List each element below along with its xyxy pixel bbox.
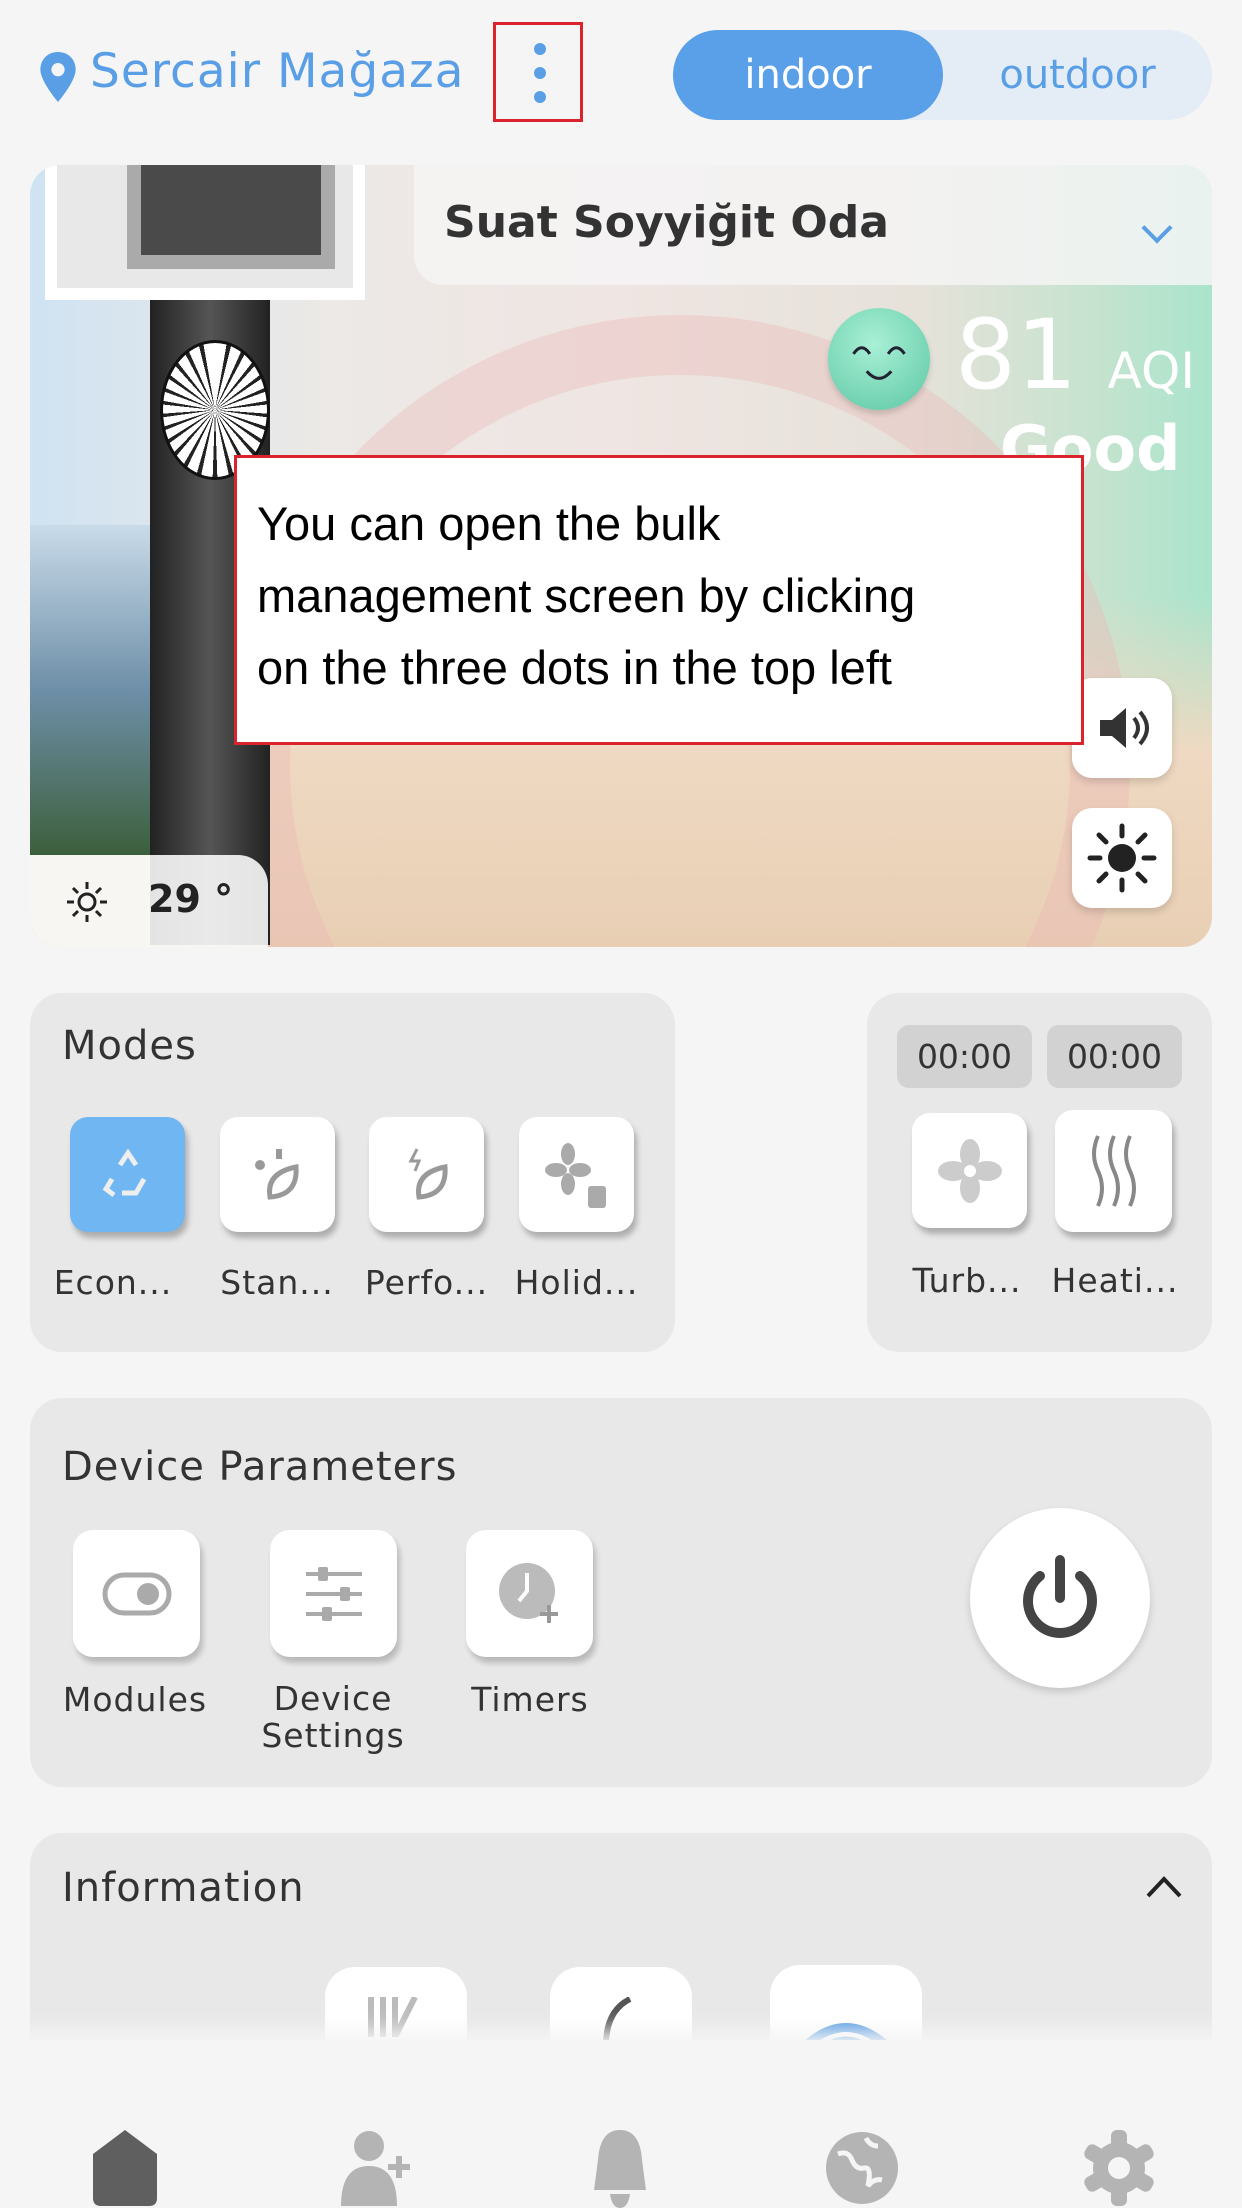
indoor-outdoor-toggle[interactable]: indoor outdoor <box>673 30 1212 120</box>
modules-label: Modules <box>62 1680 208 1719</box>
modules-button[interactable] <box>73 1530 200 1657</box>
timers-label: Timers <box>471 1680 589 1719</box>
bulk-management-menu-button[interactable] <box>493 22 583 122</box>
leaf-icon <box>254 1148 299 1200</box>
indoor-tab[interactable]: indoor <box>673 30 943 120</box>
sliders-icon <box>305 1566 362 1621</box>
mode-holiday-button[interactable] <box>519 1117 634 1232</box>
power-button[interactable] <box>970 1508 1150 1688</box>
heating-timer: 00:00 <box>1047 1025 1182 1088</box>
mode-label: Stan... <box>220 1263 334 1302</box>
device-parameters-title: Device Parameters <box>62 1444 458 1490</box>
location-pin-icon <box>40 52 76 102</box>
modes-title: Modes <box>62 1023 197 1069</box>
toggle-icon <box>102 1572 171 1615</box>
bell-icon[interactable] <box>580 2128 660 2208</box>
brightness-button[interactable] <box>1072 808 1172 908</box>
room-name: Suat Soyyiğit Oda <box>444 197 889 248</box>
tooltip-line: management screen by clicking <box>257 569 916 622</box>
temperature: 29 ° <box>148 877 234 921</box>
tooltip-line: on the three dots in the top left <box>257 641 892 694</box>
heating-button[interactable] <box>1055 1110 1172 1232</box>
sun-icon <box>1087 823 1157 893</box>
globe-icon[interactable] <box>822 2128 902 2208</box>
home-icon[interactable] <box>85 2128 165 2208</box>
fan-luggage-icon <box>544 1142 606 1208</box>
clock-plus-icon <box>498 1562 558 1623</box>
sun-outline-icon <box>67 882 107 922</box>
turbo-label: Turb... <box>912 1261 1022 1300</box>
recycle-icon <box>102 1147 146 1197</box>
power-icon <box>1023 1555 1097 1638</box>
outdoor-tab[interactable]: outdoor <box>943 30 1212 120</box>
information-title: Information <box>62 1865 305 1911</box>
leaf-bolt-icon <box>408 1147 448 1200</box>
turbo-button[interactable] <box>912 1113 1027 1228</box>
smiling-face-icon <box>828 308 930 410</box>
device-parameters-card: Device Parameters Modules Device Setting… <box>30 1398 1212 1787</box>
room-selector[interactable]: Suat Soyyiğit Oda <box>414 165 1212 285</box>
turbo-heating-card: 00:00 00:00 Turb... Heati... <box>867 993 1212 1352</box>
mode-economy-button[interactable] <box>70 1117 185 1232</box>
aqi-value: 81 <box>955 299 1078 411</box>
heat-waves-icon <box>1091 1135 1136 1207</box>
heating-label: Heati... <box>1051 1261 1179 1300</box>
modes-card: Modes Econ... Stan... Perfo... Holid... <box>30 993 675 1352</box>
mode-standard-button[interactable] <box>220 1117 335 1232</box>
three-dots-vertical-icon <box>534 43 546 55</box>
mode-label: Econ... <box>53 1263 173 1302</box>
mode-label: Holid... <box>514 1263 639 1302</box>
outdoor-weather-chip: 29 ° <box>30 855 268 947</box>
device-settings-button[interactable] <box>270 1530 397 1657</box>
filter-icon <box>368 1997 418 2037</box>
user-plus-icon[interactable] <box>333 2128 413 2208</box>
aqi-unit: AQI <box>1107 342 1196 400</box>
chevron-down-icon <box>1141 212 1173 244</box>
mode-label: Perfo... <box>364 1263 489 1302</box>
location-title[interactable]: Sercair Mağaza <box>90 44 464 99</box>
bottom-navigation <box>0 2040 1242 2208</box>
tooltip-callout: You can open the bulk management screen … <box>234 455 1084 745</box>
sound-button[interactable] <box>1072 678 1172 778</box>
turbo-timer: 00:00 <box>897 1025 1032 1088</box>
timers-button[interactable] <box>466 1530 593 1657</box>
chevron-up-icon[interactable] <box>1145 1875 1183 1899</box>
device-settings-label: Device Settings <box>261 1679 405 1755</box>
tooltip-line: You can open the bulk <box>257 497 721 550</box>
gear-icon[interactable] <box>1079 2128 1159 2208</box>
fan-icon <box>937 1138 1002 1203</box>
mode-performance-button[interactable] <box>369 1117 484 1232</box>
speaker-icon <box>1100 708 1149 748</box>
